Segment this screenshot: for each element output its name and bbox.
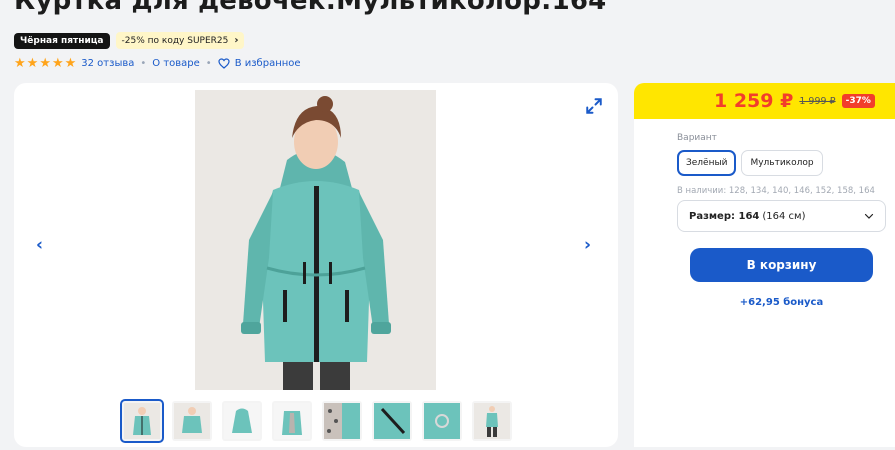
old-price: 1 999 ₽ [799, 95, 836, 107]
star-icon: ★ [26, 56, 39, 71]
star-icon: ★ [51, 56, 64, 71]
thumbnail-photo-full[interactable] [472, 401, 512, 441]
separator-dot: • [140, 58, 147, 69]
thumbnail-photo-side[interactable] [172, 401, 212, 441]
rating-stars[interactable]: ★ ★ ★ ★ ★ [14, 57, 76, 70]
gallery-next-button[interactable]: › [584, 235, 591, 255]
about-link[interactable]: О товаре [152, 58, 200, 69]
size-dropdown[interactable]: Размер: 164 (164 см) [677, 200, 886, 232]
thumbnail-detail-zipper[interactable] [372, 401, 412, 441]
gallery-prev-button[interactable]: ‹ [36, 235, 43, 255]
promo-code-chip[interactable]: -25% по коду SUPER25 › [115, 32, 245, 49]
buy-panel: 1 259 ₽ 1 999 ₽ -37% Вариант Зелёный Мул… [634, 83, 895, 447]
thumbnail-detail-lining[interactable] [322, 401, 362, 441]
size-extra: (164 см) [762, 210, 806, 222]
variant-selector: Зелёный Мультиколор [677, 150, 823, 176]
black-friday-badge: Чёрная пятница [14, 32, 110, 49]
product-meta: ★ ★ ★ ★ ★ 32 отзыва • О товаре • В избра… [14, 57, 301, 70]
thumbnail-photo-open[interactable] [272, 401, 312, 441]
size-value: Размер: 164 [689, 210, 760, 222]
stock-sizes: В наличии: 128, 134, 140, 146, 152, 158,… [677, 186, 875, 196]
promo-row: Чёрная пятница -25% по коду SUPER25 › [14, 32, 245, 49]
star-icon: ★ [64, 56, 77, 71]
add-to-cart-button[interactable]: В корзину [690, 248, 873, 282]
thumbnail-strip [120, 399, 512, 443]
chevron-down-icon [864, 213, 874, 219]
variant-label: Вариант [677, 133, 717, 143]
star-icon: ★ [14, 56, 26, 71]
product-gallery: ‹ › [14, 83, 618, 447]
bonus-link[interactable]: +62,95 бонуса [690, 297, 873, 308]
variant-option-multicolor[interactable]: Мультиколор [741, 150, 823, 176]
product-title: Куртка для девочек:Мультиколор:164 [14, 0, 607, 16]
price-bar: 1 259 ₽ 1 999 ₽ -37% [634, 83, 895, 119]
thumbnail-photo-back[interactable] [222, 401, 262, 441]
reviews-link[interactable]: 32 отзыва [81, 58, 134, 69]
separator-dot: • [205, 58, 212, 69]
expand-icon[interactable] [585, 97, 603, 115]
favorite-link[interactable]: В избранное [235, 58, 301, 69]
thumbnail-photo-front[interactable] [120, 399, 164, 443]
heart-icon[interactable] [218, 58, 230, 69]
chevron-right-icon: › [234, 35, 239, 46]
star-icon: ★ [39, 56, 51, 71]
current-price: 1 259 ₽ [714, 90, 794, 112]
product-photo[interactable] [195, 90, 436, 390]
promo-code-text: -25% по коду SUPER25 [121, 35, 229, 46]
variant-option-green[interactable]: Зелёный [677, 150, 737, 176]
thumbnail-detail-button[interactable] [422, 401, 462, 441]
discount-badge: -37% [841, 94, 875, 108]
